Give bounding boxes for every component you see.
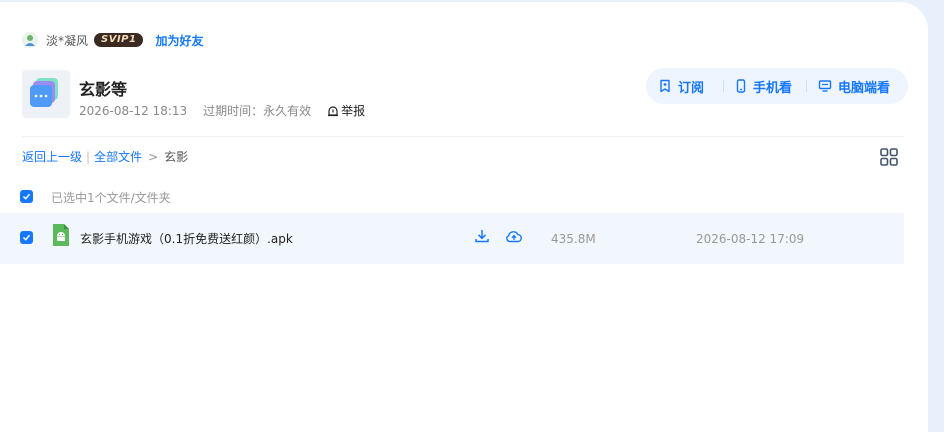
bookmark-icon	[660, 79, 670, 93]
report-icon	[328, 105, 339, 116]
add-friend-link[interactable]: 加为好友	[155, 32, 203, 49]
android-apk-icon	[53, 224, 69, 246]
sharer-info: 淡*凝风 SVIP1 加为好友	[22, 31, 203, 49]
check-icon	[22, 234, 31, 241]
pc-view-button[interactable]: 电脑端看	[818, 77, 890, 96]
share-card: 淡*凝风 SVIP1 加为好友 玄影等 2026-08-12 18:13 过期时…	[0, 2, 928, 432]
save-to-cloud-icon[interactable]	[505, 228, 523, 244]
file-size: 435.8M	[551, 232, 596, 246]
share-title: 玄影等	[79, 80, 128, 99]
report-button[interactable]: 举报	[327, 102, 365, 119]
subscribe-label: 订阅	[678, 80, 705, 96]
file-date: 2026-08-12 17:09	[696, 232, 805, 246]
avatar[interactable]	[22, 32, 38, 48]
grid-view-icon[interactable]	[880, 148, 898, 166]
breadcrumb-separator: |	[86, 149, 91, 164]
sharer-name: 淡*凝风	[46, 33, 89, 48]
share-meta: 2026-08-12 18:13 过期时间：永久有效 举报	[79, 102, 365, 119]
breadcrumb-back[interactable]: 返回上一级	[22, 148, 82, 165]
table-row[interactable]: 玄影手机游戏（0.1折免费送红颜）.apk 435.8M 2026-08-12 …	[0, 213, 904, 264]
report-label: 举报	[341, 104, 366, 118]
row-checkbox[interactable]	[20, 231, 33, 244]
pc-view-label: 电脑端看	[838, 80, 891, 96]
share-created-time: 2026-08-12 18:13	[79, 103, 188, 118]
monitor-icon	[818, 80, 832, 92]
breadcrumb-current: 玄影	[164, 150, 189, 164]
action-divider	[806, 80, 807, 92]
view-actions: 订阅 手机看 电脑端看	[646, 68, 908, 104]
check-icon	[22, 193, 31, 200]
share-stack-icon	[30, 78, 58, 107]
share-expire: 过期时间：永久有效	[203, 104, 312, 118]
header-divider	[22, 136, 904, 137]
action-divider	[723, 80, 724, 92]
svip-badge: SVIP1	[94, 33, 144, 47]
phone-view-label: 手机看	[753, 80, 793, 96]
phone-view-button[interactable]: 手机看	[735, 77, 792, 96]
breadcrumb-all-files[interactable]: 全部文件	[94, 148, 142, 165]
share-folder-thumbnail	[22, 70, 70, 118]
select-all-checkbox[interactable]	[20, 190, 33, 203]
breadcrumb: 返回上一级 | 全部文件 > 玄影	[22, 148, 188, 165]
phone-icon	[736, 79, 746, 93]
selection-summary: 已选中1个文件/文件夹	[51, 191, 171, 205]
file-name[interactable]: 玄影手机游戏（0.1折免费送红颜）.apk	[80, 230, 293, 247]
breadcrumb-chevron: >	[148, 149, 159, 164]
subscribe-button[interactable]: 订阅	[658, 77, 704, 96]
download-icon[interactable]	[474, 228, 490, 244]
